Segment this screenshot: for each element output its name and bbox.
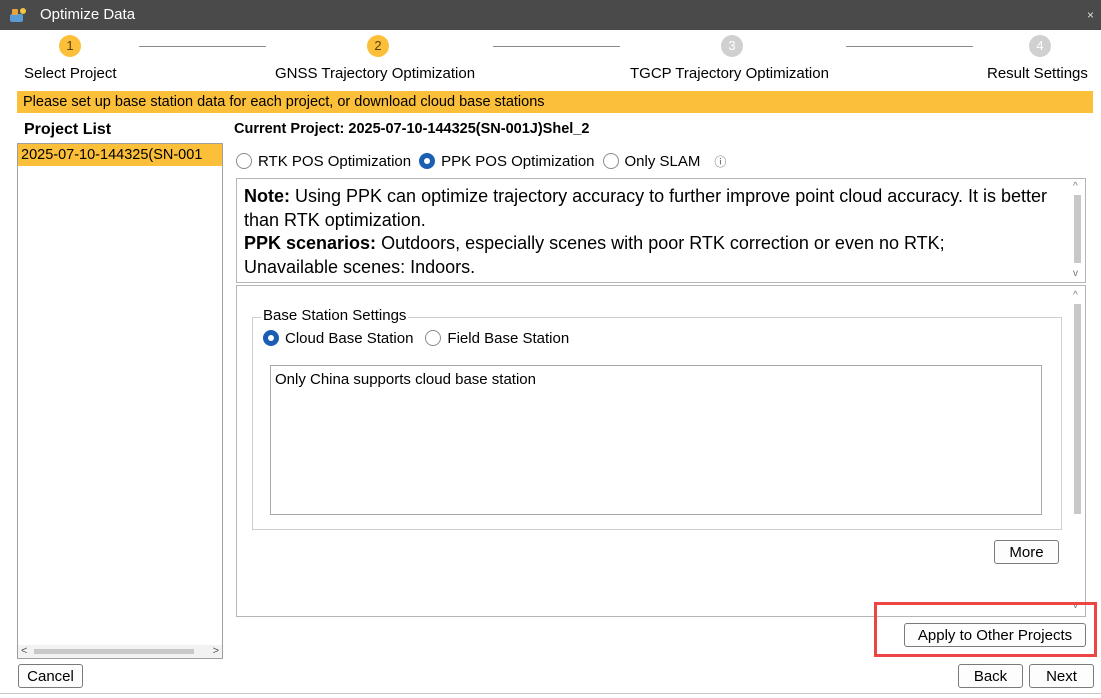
project-list-item[interactable]: 2025-07-10-144325(SN-001 bbox=[18, 144, 222, 166]
base-station-message-area[interactable]: Only China supports cloud base station bbox=[270, 365, 1042, 515]
step-4-label: Result Settings bbox=[987, 65, 1088, 82]
highlight-box bbox=[874, 602, 1097, 657]
info-icon[interactable]: ⓘ bbox=[714, 153, 726, 170]
note-text: Note: Using PPK can optimize trajectory … bbox=[244, 185, 1056, 279]
base-station-group-title: Base Station Settings bbox=[261, 307, 409, 325]
field-base-station-radio[interactable] bbox=[425, 330, 442, 346]
scrollbar-thumb[interactable] bbox=[1074, 195, 1081, 263]
base-station-radio-group: Cloud Base Station Field Base Station bbox=[263, 328, 577, 348]
close-icon[interactable]: × bbox=[1087, 8, 1094, 22]
step-connector bbox=[139, 46, 266, 47]
back-button[interactable]: Back bbox=[958, 664, 1023, 688]
next-button[interactable]: Next bbox=[1029, 664, 1094, 688]
cloud-base-station-label[interactable]: Cloud Base Station bbox=[285, 330, 413, 347]
field-base-station-label[interactable]: Field Base Station bbox=[447, 330, 569, 347]
scenarios-body: Outdoors, especially scenes with poor RT… bbox=[376, 233, 945, 253]
rtk-optimization-label[interactable]: RTK POS Optimization bbox=[258, 153, 411, 170]
window-title: Optimize Data bbox=[40, 6, 136, 23]
scroll-up-icon[interactable]: ^ bbox=[1073, 290, 1078, 302]
scroll-down-icon[interactable]: v bbox=[1073, 268, 1078, 280]
settings-vscrollbar[interactable]: ^ v bbox=[1071, 286, 1085, 616]
step-1-label: Select Project bbox=[24, 65, 117, 82]
only-slam-radio[interactable] bbox=[602, 153, 619, 169]
note-label: Note: bbox=[244, 186, 290, 206]
scrollbar-thumb[interactable] bbox=[1074, 304, 1081, 514]
scenarios-label: PPK scenarios: bbox=[244, 233, 377, 253]
rtk-optimization-radio[interactable] bbox=[236, 153, 252, 169]
cloud-base-station-radio[interactable] bbox=[263, 330, 279, 346]
step-4-circle: 4 bbox=[1029, 35, 1051, 57]
step-3-label: TGCP Trajectory Optimization bbox=[630, 65, 829, 82]
only-slam-label[interactable]: Only SLAM bbox=[625, 153, 701, 170]
app-logo-icon bbox=[10, 8, 26, 22]
settings-panel: Base Station Settings Cloud Base Station… bbox=[236, 285, 1086, 617]
current-project-label: Current Project: 2025-07-10-144325(SN-00… bbox=[234, 121, 590, 137]
project-list-title: Project List bbox=[24, 121, 112, 138]
scroll-right-icon[interactable]: > bbox=[213, 645, 219, 658]
optimization-mode-group: RTK POS Optimization PPK POS Optimizatio… bbox=[236, 151, 726, 171]
project-list: 2025-07-10-144325(SN-001 < > bbox=[17, 143, 223, 659]
step-2-circle: 2 bbox=[367, 35, 389, 57]
ppk-optimization-label[interactable]: PPK POS Optimization bbox=[441, 153, 594, 170]
ppk-optimization-radio[interactable] bbox=[419, 153, 436, 169]
footer-divider bbox=[0, 693, 1101, 694]
scroll-left-icon[interactable]: < bbox=[21, 645, 27, 658]
project-list-hscrollbar[interactable]: < > bbox=[18, 645, 222, 658]
cancel-button[interactable]: Cancel bbox=[18, 664, 83, 688]
note-body: Using PPK can optimize trajectory accura… bbox=[244, 186, 1047, 230]
step-1-circle: 1 bbox=[59, 35, 81, 57]
scrollbar-thumb[interactable] bbox=[34, 649, 194, 654]
step-connector bbox=[846, 46, 973, 47]
step-2-label: GNSS Trajectory Optimization bbox=[275, 65, 476, 82]
more-button[interactable]: More bbox=[994, 540, 1059, 564]
step-3-circle: 3 bbox=[721, 35, 743, 57]
note-vscrollbar[interactable]: ^ v bbox=[1071, 179, 1085, 282]
step-connector bbox=[493, 46, 620, 47]
title-bar: Optimize Data × bbox=[0, 0, 1101, 30]
scroll-up-icon[interactable]: ^ bbox=[1073, 181, 1078, 193]
info-banner: Please set up base station data for each… bbox=[17, 91, 1093, 113]
unavailable-text: Unavailable scenes: Indoors. bbox=[244, 256, 476, 277]
note-box: Note: Using PPK can optimize trajectory … bbox=[236, 178, 1086, 283]
